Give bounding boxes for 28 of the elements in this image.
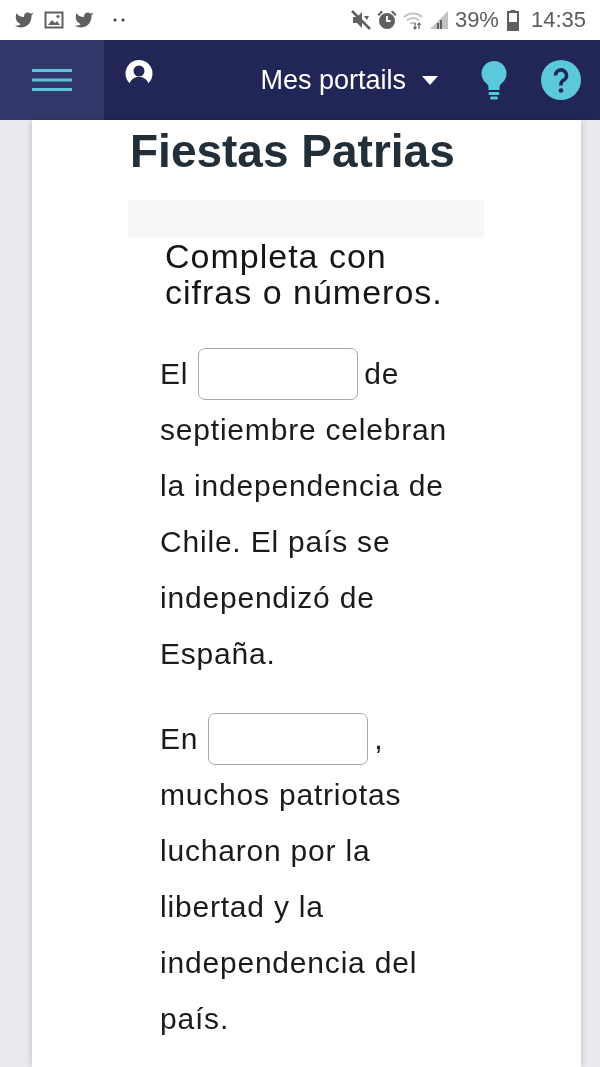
wifi-icon — [402, 10, 423, 30]
more-notifications-icon — [113, 18, 125, 22]
battery-icon — [506, 9, 519, 31]
mute-icon — [350, 10, 371, 30]
instruction-text: Completa con cifras o números. — [165, 238, 444, 310]
menu-button[interactable] — [0, 40, 104, 120]
sentence-text: muchos patriotas lucharon por la libertad y la independencia del país. — [160, 777, 419, 1037]
answer-field[interactable] — [198, 348, 359, 400]
signal-icon — [428, 10, 449, 30]
menu-icon — [32, 69, 72, 91]
caret-icon — [422, 75, 438, 85]
battery-percentage: 39% — [454, 8, 499, 32]
exercise-title: Fiestas Patrias — [130, 125, 455, 177]
lightbulb-icon[interactable] — [480, 60, 508, 100]
clock-time: 14:35 — [530, 8, 586, 32]
help-icon[interactable] — [541, 60, 581, 100]
bird-icon — [74, 10, 94, 30]
sentence-text: , — [374, 722, 384, 756]
answer-field[interactable] — [208, 713, 369, 765]
sentence-text: septiembre celebran la independencia de Chile. El país se independizó de España. — [160, 412, 449, 672]
image-icon — [44, 10, 64, 30]
sentence-text: de — [364, 357, 400, 391]
sentence-text: En — [160, 722, 199, 756]
sentence-text: El — [160, 357, 189, 391]
bird-icon — [14, 10, 34, 30]
user-avatar-icon[interactable] — [125, 60, 153, 87]
alarm-clock-icon — [376, 10, 397, 30]
portal-menu-button[interactable]: Mes portails — [260, 64, 438, 96]
